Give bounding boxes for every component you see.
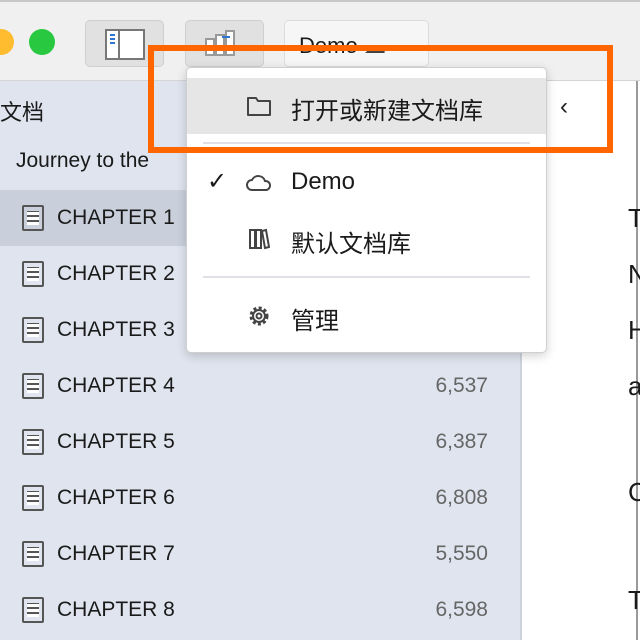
menu-divider — [203, 276, 530, 278]
sidebar-item-chapter[interactable]: CHAPTER 7 5,550 — [0, 526, 520, 582]
checkmark-icon: ✓ — [207, 168, 228, 195]
annotation-highlight — [148, 45, 613, 153]
document-icon — [22, 261, 44, 287]
word-count: 5,550 — [435, 542, 488, 565]
document-icon — [22, 597, 44, 623]
sidebar-item-chapter[interactable]: CHAPTER 5 6,387 — [0, 414, 520, 470]
sidebar-item-chapter[interactable]: CHAPTER 8 6,598 — [0, 582, 520, 638]
document-icon — [22, 373, 44, 399]
word-count: 6,808 — [435, 486, 488, 509]
document-icon — [22, 485, 44, 511]
chapter-name: CHAPTER 6 — [57, 486, 175, 509]
chapter-name: CHAPTER 4 — [57, 374, 175, 397]
sidebar-header: 文档 — [0, 100, 45, 125]
chapter-name: CHAPTER 8 — [57, 598, 175, 621]
project-title[interactable]: Journey to the — [16, 149, 149, 173]
menu-item-demo[interactable]: ✓ Demo — [187, 155, 546, 211]
menu-item-manage[interactable]: 管理 — [187, 288, 546, 344]
document-icon — [22, 317, 44, 343]
chapter-name: CHAPTER 2 — [57, 262, 175, 285]
document-icon — [22, 541, 44, 567]
text-line: C — [628, 477, 640, 507]
text-line: H — [628, 315, 640, 345]
document-icon — [22, 429, 44, 455]
word-count: 6,537 — [435, 374, 488, 397]
gear-icon — [249, 306, 269, 326]
text-line: T — [628, 585, 640, 615]
chapter-name: CHAPTER 1 — [57, 206, 175, 229]
minimize-window-button[interactable] — [0, 29, 14, 55]
chapter-name: CHAPTER 5 — [57, 430, 175, 453]
menu-item-default-library[interactable]: 默认文档库 — [187, 211, 546, 267]
word-count: 6,598 — [435, 598, 488, 621]
cloud-icon — [246, 175, 272, 191]
zoom-window-button[interactable] — [29, 29, 55, 55]
chapter-name: CHAPTER 3 — [57, 318, 175, 341]
sidebar-item-chapter[interactable]: CHAPTER 4 6,537 — [0, 358, 520, 414]
chapter-name: CHAPTER 7 — [57, 542, 175, 565]
text-line: N — [628, 259, 640, 289]
text-line: T — [628, 203, 640, 233]
books-icon — [249, 228, 271, 250]
document-icon — [22, 205, 44, 231]
sidebar-item-chapter[interactable]: CHAPTER 6 6,808 — [0, 470, 520, 526]
word-count: 6,387 — [435, 430, 488, 453]
text-line: a — [628, 371, 640, 401]
